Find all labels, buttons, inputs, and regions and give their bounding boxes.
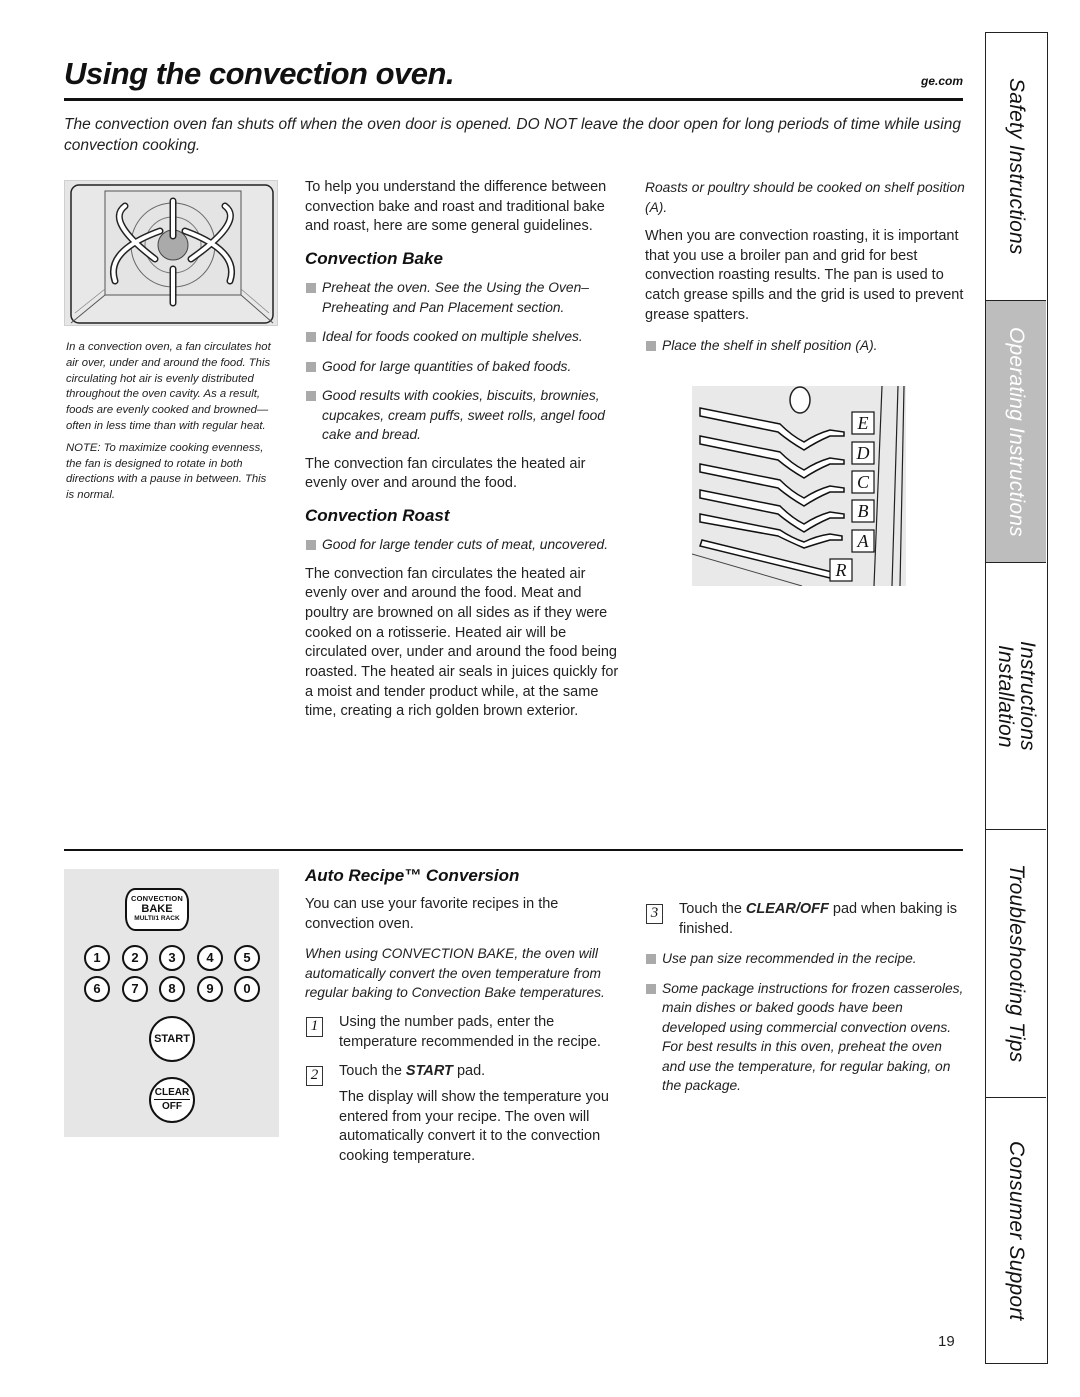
tab-safety-instructions[interactable]: Safety Instructions (986, 33, 1046, 301)
page-title: Using the convection oven. (64, 56, 455, 91)
list-item: Place the shelf in shelf position (A). (645, 336, 965, 356)
oven-cavity-illustration (70, 184, 274, 324)
bullet-square-icon (646, 983, 656, 994)
caption-note: NOTE: To maximize cooking evenness, the … (66, 441, 267, 502)
list-item: Ideal for foods cooked on multiple shelv… (305, 327, 625, 347)
tab-troubleshooting-tips[interactable]: Troubleshooting Tips (986, 830, 1046, 1098)
convection-oven-airflow-figure (64, 180, 278, 326)
convection-bake-body: The convection fan circulates the heated… (305, 455, 586, 492)
bullet-square-icon (306, 540, 316, 551)
step-2: 2 Touch the START pad. (305, 1062, 625, 1087)
control-panel-figure: CONVECTION BAKE MULTI/1 RACK 1 2 3 4 5 6… (64, 869, 279, 1137)
convection-roast-body: The convection fan circulates the heated… (305, 565, 619, 720)
shelf-label-r: R (835, 560, 847, 580)
section-divider (64, 849, 963, 851)
bullet-square-icon (306, 361, 316, 372)
bullet-square-icon (646, 340, 656, 351)
bullet-square-icon (306, 283, 316, 294)
list-item: Good for large quantities of baked foods… (305, 357, 625, 377)
step-number: 3 (646, 904, 663, 924)
step-3: 3 Touch the CLEAR/OFF pad when baking is… (645, 900, 965, 939)
intro-warning: The convection oven fan shuts off when t… (64, 116, 961, 154)
auto-recipe-heading: Auto Recipe™ Conversion (305, 866, 520, 885)
roasting-body: When you are convection roasting, it is … (645, 228, 964, 323)
number-pad-2[interactable]: 2 (122, 945, 148, 971)
tab-consumer-support[interactable]: Consumer Support (986, 1098, 1046, 1363)
shelf-label-c: C (857, 472, 870, 492)
number-pad-6[interactable]: 6 (84, 976, 110, 1002)
number-pad-3[interactable]: 3 (159, 945, 185, 971)
shelf-rails (699, 407, 845, 579)
list-item: Use pan size recommended in the recipe. (645, 949, 965, 969)
list-item: Some package instructions for frozen cas… (645, 979, 965, 1096)
number-pad-0[interactable]: 0 (234, 976, 260, 1002)
convection-roast-heading: Convection Roast (305, 506, 450, 526)
number-pad-8[interactable]: 8 (159, 976, 185, 1002)
auto-recipe-intro: You can use your favorite recipes in the… (305, 896, 559, 932)
shelf-label-b: B (858, 501, 869, 521)
step-number: 1 (306, 1016, 323, 1037)
auto-recipe-right-column: 3 Touch the CLEAR/OFF pad when baking is… (645, 900, 965, 1106)
roasting-column: Roasts or poultry should be cooked on sh… (645, 178, 965, 365)
bullet-square-icon (306, 332, 316, 343)
number-pad-1[interactable]: 1 (84, 945, 110, 971)
header-divider (64, 98, 963, 101)
shelf-positions-illustration: E D C B A R (691, 385, 905, 587)
shelf-label-d: D (856, 443, 870, 463)
guidelines-intro: To help you understand the difference be… (305, 179, 607, 235)
auto-recipe-column: Auto Recipe™ Conversion You can use your… (305, 866, 625, 1177)
shelf-label-a: A (857, 531, 870, 551)
auto-recipe-italic-note: When using CONVECTION BAKE, the oven wil… (305, 946, 605, 1001)
shelf-label-e: E (857, 413, 869, 433)
bullet-square-icon (646, 954, 656, 965)
tab-operating-instructions[interactable]: Operating Instructions (986, 301, 1046, 563)
step-2-followup: The display will show the temperature yo… (339, 1089, 609, 1165)
oven-figure-caption: In a convection oven, a fan circulates h… (66, 340, 276, 504)
convection-bake-pad[interactable]: CONVECTION BAKE MULTI/1 RACK (125, 888, 189, 931)
guidelines-column: To help you understand the difference be… (305, 178, 625, 722)
section-tabs: Safety Instructions Operating Instructio… (985, 32, 1048, 1364)
clear-off-pad[interactable]: CLEAR OFF (149, 1077, 195, 1123)
number-pad-4[interactable]: 4 (197, 945, 223, 971)
number-pad-9[interactable]: 9 (197, 976, 223, 1002)
step-1: 1 Using the number pads, enter the tempe… (305, 1013, 625, 1052)
list-item: Good results with cookies, biscuits, bro… (305, 386, 625, 445)
bullet-square-icon (306, 391, 316, 402)
convection-bake-heading: Convection Bake (305, 249, 443, 269)
page-number: 19 (938, 1333, 955, 1350)
number-pad-5[interactable]: 5 (234, 945, 260, 971)
shelf-position-labels: E D C B A R (829, 411, 875, 582)
website-link[interactable]: ge.com (905, 74, 963, 88)
list-item: Good for large tender cuts of meat, unco… (305, 535, 625, 555)
step-number: 2 (306, 1066, 323, 1087)
number-pad-7[interactable]: 7 (122, 976, 148, 1002)
shelf-positions-figure: E D C B A R (691, 385, 906, 587)
start-pad[interactable]: START (149, 1016, 195, 1062)
tab-installation-instructions[interactable]: Installation Instructions (986, 563, 1046, 830)
list-item: Preheat the oven. See the Using the Oven… (305, 278, 625, 317)
shelf-position-note: Roasts or poultry should be cooked on sh… (645, 180, 965, 215)
caption-text: In a convection oven, a fan circulates h… (66, 341, 271, 432)
